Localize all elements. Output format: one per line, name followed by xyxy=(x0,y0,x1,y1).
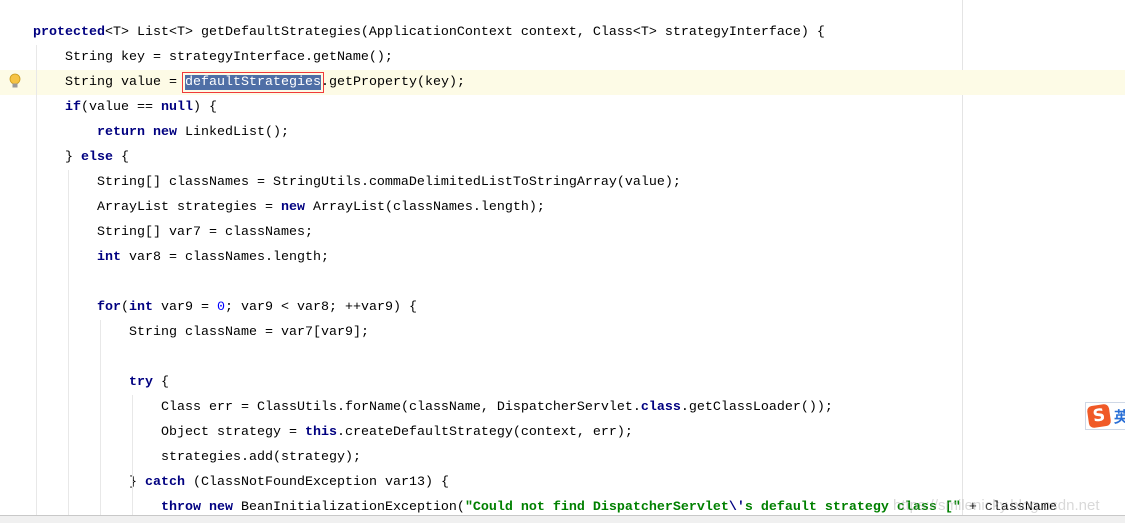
code-text: Class err = ClassUtils.forName(className… xyxy=(161,395,833,420)
code-token: { xyxy=(153,375,169,390)
watermark: https://smilenicky.blog.csdn.net xyxy=(893,497,1100,514)
code-line[interactable]: String[] var7 = classNames; xyxy=(0,220,1125,245)
code-token: { xyxy=(113,150,129,165)
code-token: 0 xyxy=(217,300,225,315)
keyword-token: if xyxy=(65,100,81,115)
code-token: String key = strategyInterface.getName()… xyxy=(65,50,393,65)
sogou-ime-icon[interactable]: S xyxy=(1086,403,1112,429)
code-token: ; var9 < var8; ++var9) { xyxy=(225,300,417,315)
keyword-token: new xyxy=(280,200,305,215)
code-token: "Could not find DispatcherServlet xyxy=(464,500,729,515)
code-line[interactable]: int var8 = classNames.length; xyxy=(0,245,1125,270)
code-text: protected<T> List<T> getDefaultStrategie… xyxy=(33,20,825,45)
code-text: int var8 = classNames.length; xyxy=(97,245,329,270)
keyword-token: protected xyxy=(33,25,105,40)
keyword-token: catch xyxy=(145,475,185,490)
code-token: LinkedList(); xyxy=(176,125,289,140)
code-token: ArrayList(classNames.length); xyxy=(304,200,545,215)
code-text: String key = strategyInterface.getName()… xyxy=(65,45,393,70)
code-text: } catch (ClassNotFoundException var13) { xyxy=(129,470,449,495)
keyword-token: return new xyxy=(97,125,177,140)
code-token: (ClassNotFoundException var13) { xyxy=(185,475,449,490)
code-token: var8 = classNames.length; xyxy=(121,250,329,265)
keyword-token: class xyxy=(640,400,681,415)
code-line[interactable] xyxy=(0,345,1125,370)
code-editor[interactable]: protected<T> List<T> getDefaultStrategie… xyxy=(0,0,1125,515)
keyword-token: null xyxy=(160,100,193,115)
code-text: for(int var9 = 0; var9 < var8; ++var9) { xyxy=(97,295,417,320)
code-text: String className = var7[var9]; xyxy=(129,320,369,345)
code-line[interactable]: String value = defaultStrategies.getProp… xyxy=(0,70,1125,95)
indent-guide xyxy=(132,395,133,515)
code-text: ArrayList strategies = new ArrayList(cla… xyxy=(97,195,545,220)
code-line[interactable]: String className = var7[var9]; xyxy=(0,320,1125,345)
lightbulb-icon[interactable] xyxy=(9,73,21,89)
code-token: ) { xyxy=(192,100,217,115)
code-token: (value == xyxy=(81,100,161,115)
ime-language-toggle[interactable]: 英 xyxy=(1114,406,1125,427)
code-line[interactable]: } else { xyxy=(0,145,1125,170)
code-token: .getProperty(key); xyxy=(320,75,465,90)
code-token: ArrayList strategies = xyxy=(97,200,281,215)
code-token: String value = xyxy=(65,75,185,90)
indent-guide xyxy=(36,45,37,515)
code-line[interactable]: try { xyxy=(0,370,1125,395)
code-line[interactable]: Object strategy = this.createDefaultStra… xyxy=(0,420,1125,445)
code-line[interactable]: return new LinkedList(); xyxy=(0,120,1125,145)
indent-guide xyxy=(68,170,69,515)
code-line[interactable]: } catch (ClassNotFoundException var13) { xyxy=(0,470,1125,495)
code-text: String[] var7 = classNames; xyxy=(97,220,313,245)
code-token: String[] classNames = StringUtils.commaD… xyxy=(97,175,681,190)
code-text: String value = defaultStrategies.getProp… xyxy=(65,70,465,95)
code-token: <T> List<T> getDefaultStrategies(Applica… xyxy=(104,25,825,40)
code-line[interactable]: ArrayList strategies = new ArrayList(cla… xyxy=(0,195,1125,220)
selected-identifier: defaultStrategies xyxy=(181,72,324,93)
code-text: try { xyxy=(129,370,169,395)
keyword-token: for xyxy=(97,300,121,315)
code-token: } xyxy=(65,150,81,165)
keyword-token: int xyxy=(97,250,121,265)
code-line[interactable]: Class err = ClassUtils.forName(className… xyxy=(0,395,1125,420)
code-token: var9 = xyxy=(153,300,217,315)
code-token: strategies.add(strategy); xyxy=(161,450,361,465)
code-token: String className = var7[var9]; xyxy=(129,325,369,340)
keyword-token: \' xyxy=(728,500,745,515)
ime-toolbar[interactable]: S 英 xyxy=(1085,402,1125,430)
code-token: String[] var7 = classNames; xyxy=(97,225,313,240)
code-text: strategies.add(strategy); xyxy=(161,445,361,470)
code-line[interactable]: strategies.add(strategy); xyxy=(0,445,1125,470)
code-token: Class err = ClassUtils.forName(className… xyxy=(161,400,641,415)
code-token: ( xyxy=(121,300,129,315)
code-token: .getClassLoader()); xyxy=(680,400,833,415)
code-text: String[] classNames = StringUtils.commaD… xyxy=(97,170,681,195)
code-token: .createDefaultStrategy(context, err); xyxy=(336,425,633,440)
code-line[interactable]: String[] classNames = StringUtils.commaD… xyxy=(0,170,1125,195)
code-text: Object strategy = this.createDefaultStra… xyxy=(161,420,633,445)
keyword-token: else xyxy=(81,150,113,165)
code-text: } else { xyxy=(65,145,129,170)
code-line[interactable]: String key = strategyInterface.getName()… xyxy=(0,45,1125,70)
code-line[interactable]: for(int var9 = 0; var9 < var8; ++var9) { xyxy=(0,295,1125,320)
keyword-token: this xyxy=(304,425,337,440)
keyword-token: int xyxy=(129,300,153,315)
keyword-token: try xyxy=(129,375,153,390)
indent-guide xyxy=(100,320,101,515)
code-line[interactable]: protected<T> List<T> getDefaultStrategie… xyxy=(0,20,1125,45)
code-text: return new LinkedList(); xyxy=(97,120,289,145)
code-line[interactable] xyxy=(0,270,1125,295)
code-line[interactable]: if(value == null) { xyxy=(0,95,1125,120)
keyword-token: throw new xyxy=(161,500,233,515)
code-token: BeanInitializationException( xyxy=(232,500,465,515)
code-token: Object strategy = xyxy=(161,425,305,440)
code-text: if(value == null) { xyxy=(65,95,217,120)
